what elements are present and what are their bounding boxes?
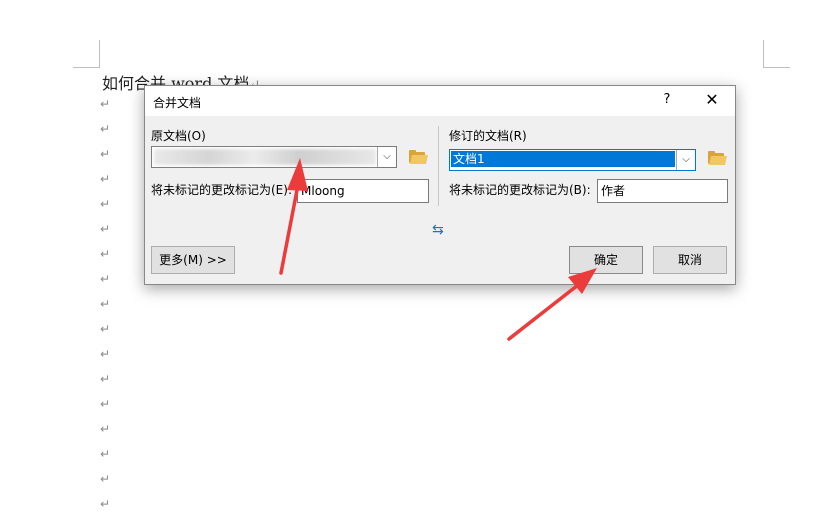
ok-button[interactable]: 确定 [569,246,643,274]
folder-icon[interactable] [708,151,727,165]
paragraph-mark: ↵ [100,122,111,136]
revised-document-label: 修订的文档(R) [449,129,527,143]
original-document-label: 原文档(O) [151,129,206,143]
swap-documents-icon[interactable]: ⇆ [432,222,444,238]
paragraph-mark: ↵ [100,197,111,211]
paragraph-mark: ↵ [100,422,111,436]
chevron-down-icon[interactable]: ⌵ [676,150,695,170]
dialog-title: 合并文档 [153,96,202,110]
revised-document-value: 文档1 [451,151,675,167]
dialog-titlebar[interactable]: 合并文档 ? ✕ [145,86,735,116]
page-corner-mark-left-h [73,67,100,68]
paragraph-mark: ↵ [100,147,111,161]
page-corner-mark-left [99,40,100,67]
paragraph-mark: ↵ [100,372,111,386]
paragraph-mark: ↵ [100,322,111,336]
paragraph-mark: ↵ [100,272,111,286]
revised-document-combobox[interactable]: 文档1 ⌵ [449,149,696,171]
page-corner-mark-right-h [763,67,790,68]
paragraph-mark: ↵ [100,472,111,486]
original-unmarked-author-field[interactable]: Mloong [297,179,429,203]
help-button[interactable]: ? [655,92,679,110]
paragraph-mark: ↵ [100,172,111,186]
chevron-down-icon[interactable]: ⌵ [377,147,396,167]
merge-documents-dialog: 合并文档 ? ✕ 原文档(O) ⌵ 将未标记的更改标记为(E): Mloong … [144,85,736,285]
close-button[interactable]: ✕ [700,90,724,110]
paragraph-mark: ↵ [100,97,111,111]
original-unmarked-label: 将未标记的更改标记为(E): [151,183,292,197]
paragraph-mark: ↵ [100,222,111,236]
paragraph-mark: ↵ [100,347,111,361]
original-document-combobox[interactable]: ⌵ [151,146,397,168]
more-button[interactable]: 更多(M) >> [151,246,235,274]
revised-unmarked-label: 将未标记的更改标记为(B): [449,183,591,197]
revised-unmarked-author-field[interactable]: 作者 [597,179,728,203]
paragraph-mark: ↵ [100,297,111,311]
paragraph-mark: ↵ [100,397,111,411]
page-corner-mark-right [763,40,764,67]
cancel-button[interactable]: 取消 [653,246,727,274]
paragraph-mark: ↵ [100,447,111,461]
original-document-value-redacted [154,149,376,165]
paragraph-mark: ↵ [100,497,111,511]
paragraph-mark: ↵ [100,247,111,261]
folder-icon[interactable] [409,150,428,164]
column-divider [438,126,439,206]
